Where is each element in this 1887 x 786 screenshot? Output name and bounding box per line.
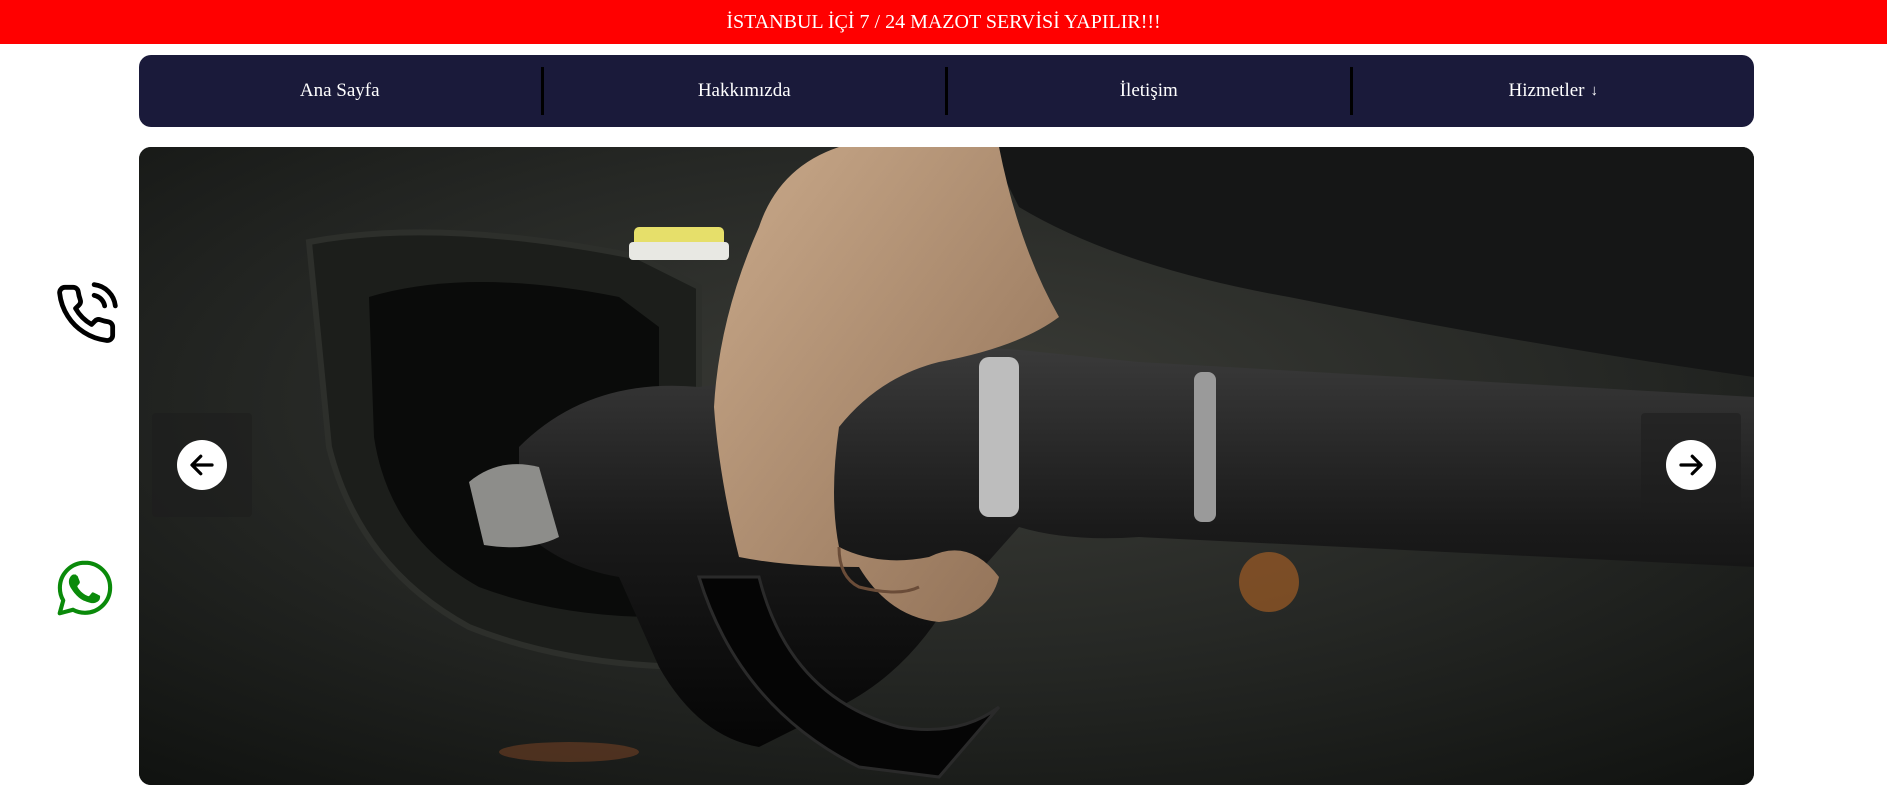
slider-next-circle[interactable] (1666, 440, 1716, 490)
whatsapp-icon (57, 560, 113, 616)
whatsapp-button[interactable] (55, 558, 115, 618)
hero-slider[interactable] (139, 147, 1754, 785)
main-nav: Ana Sayfa Hakkımızda İletişim Hizmetler … (139, 55, 1754, 127)
arrow-left-icon (190, 454, 214, 476)
phone-call-icon (57, 282, 118, 343)
banner-text: İSTANBUL İÇİ 7 / 24 MAZOT SERVİSİ YAPILI… (726, 10, 1161, 33)
nav-item-home[interactable]: Ana Sayfa (139, 55, 541, 127)
fuel-nozzle-photo (139, 147, 1754, 785)
top-banner: İSTANBUL İÇİ 7 / 24 MAZOT SERVİSİ YAPILI… (0, 0, 1887, 44)
phone-call-button[interactable] (54, 282, 118, 346)
nav-item-contact[interactable]: İletişim (948, 55, 1350, 127)
chevron-down-icon: ↓ (1590, 82, 1598, 99)
nav-item-label: Hakkımızda (697, 80, 791, 101)
nav-item-services[interactable]: Hizmetler ↓ (1353, 55, 1755, 127)
arrow-right-icon (1679, 454, 1703, 476)
nav-item-label: İletişim (1119, 80, 1178, 101)
slider-prev-button[interactable] (152, 413, 252, 517)
nav-item-label: Ana Sayfa (299, 80, 380, 101)
nav-item-label: Hizmetler (1508, 80, 1585, 101)
nav-item-about[interactable]: Hakkımızda (544, 55, 946, 127)
slider-prev-circle[interactable] (177, 440, 227, 490)
slider-next-button[interactable] (1641, 413, 1741, 517)
